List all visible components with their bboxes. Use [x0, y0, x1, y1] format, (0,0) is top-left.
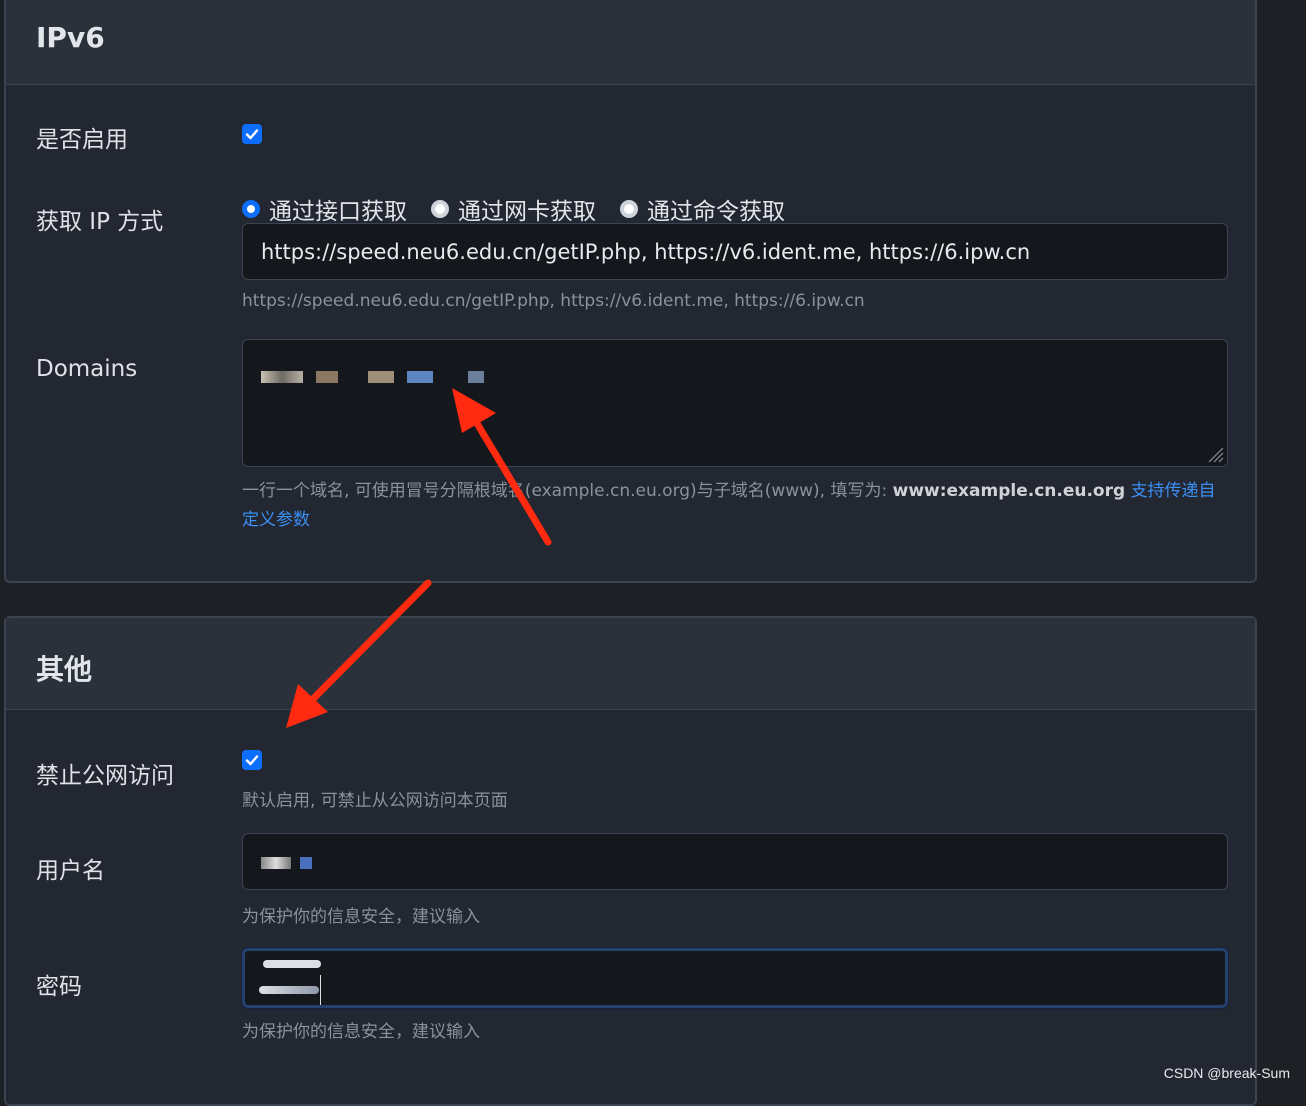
- checkmark-icon: [245, 129, 259, 140]
- username-help: 为保护你的信息安全，建议输入: [242, 907, 480, 927]
- password-masked-value: [259, 951, 391, 1005]
- domains-label: Domains: [36, 356, 138, 382]
- block-public-checkbox[interactable]: [242, 750, 262, 770]
- radio-command-label: 通过命令获取: [647, 199, 785, 225]
- domains-redacted-value: [261, 364, 490, 388]
- enable-label: 是否启用: [36, 127, 128, 153]
- ip-method-label: 获取 IP 方式: [36, 209, 164, 235]
- resize-handle-icon[interactable]: [1205, 444, 1225, 464]
- enable-checkbox[interactable]: [242, 124, 262, 144]
- ipv6-title: IPv6: [36, 21, 105, 54]
- domains-help-example: www:example.cn.eu.org: [892, 481, 1126, 501]
- username-input[interactable]: [242, 833, 1228, 890]
- other-title: 其他: [36, 653, 93, 686]
- ipv6-card-header: IPv6: [6, 0, 1255, 85]
- ip-url-input[interactable]: https://speed.neu6.edu.cn/getIP.php, htt…: [242, 223, 1228, 280]
- password-label: 密码: [36, 974, 82, 1000]
- radio-interface-label: 通过接口获取: [269, 199, 407, 225]
- password-input[interactable]: [242, 948, 1228, 1008]
- block-public-label: 禁止公网访问: [36, 763, 174, 789]
- radio-interface[interactable]: 通过接口获取: [242, 192, 407, 226]
- password-help: 为保护你的信息安全，建议输入: [242, 1022, 480, 1042]
- other-card-header: 其他: [6, 618, 1255, 710]
- ipv6-card: IPv6 是否启用 获取 IP 方式 通过接口获取 通过网卡获取 通过命令获取 …: [4, 0, 1257, 583]
- radio-command-dot[interactable]: [620, 200, 638, 218]
- radio-command[interactable]: 通过命令获取: [620, 192, 785, 226]
- other-card: 其他 禁止公网访问 默认启用, 可禁止从公网访问本页面 用户名 为保护你的信息安…: [4, 616, 1257, 1106]
- domains-help-text: 一行一个域名, 可使用冒号分隔根域名(example.cn.eu.org)与子域…: [242, 481, 893, 501]
- checkmark-icon: [245, 755, 259, 766]
- username-redacted-value: [261, 850, 318, 874]
- radio-netcard-dot[interactable]: [431, 200, 449, 218]
- csdn-watermark: CSDN @break-Sum: [1163, 1065, 1290, 1081]
- radio-netcard-label: 通过网卡获取: [458, 199, 596, 225]
- ip-url-help: https://speed.neu6.edu.cn/getIP.php, htt…: [242, 291, 865, 311]
- domains-textarea[interactable]: [242, 339, 1228, 467]
- username-label: 用户名: [36, 858, 105, 884]
- ip-method-radio-group: 通过接口获取 通过网卡获取 通过命令获取: [242, 192, 809, 226]
- radio-interface-dot[interactable]: [242, 200, 260, 218]
- text-cursor: [319, 975, 321, 1005]
- domains-help: 一行一个域名, 可使用冒号分隔根域名(example.cn.eu.org)与子域…: [242, 477, 1232, 535]
- radio-netcard[interactable]: 通过网卡获取: [431, 192, 596, 226]
- block-public-help: 默认启用, 可禁止从公网访问本页面: [242, 791, 508, 811]
